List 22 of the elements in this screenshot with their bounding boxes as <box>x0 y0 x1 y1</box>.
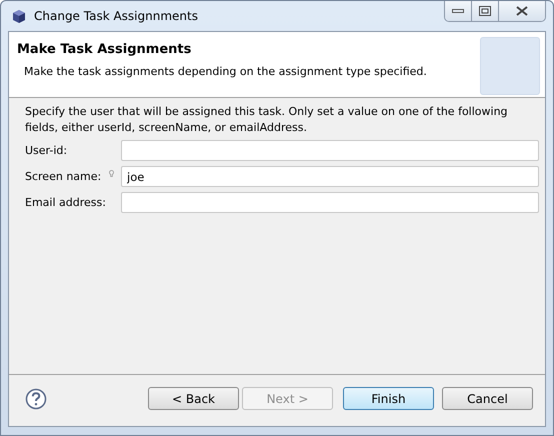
field-label: User-id: <box>25 144 68 157</box>
field-label: Email address: <box>25 196 107 209</box>
dialog-button[interactable]: Finish <box>343 387 434 410</box>
help-icon[interactable] <box>25 388 47 410</box>
banner-image <box>480 37 540 95</box>
field-label: Screen name: <box>25 170 102 183</box>
text-field[interactable] <box>121 140 539 161</box>
dialog-button[interactable]: < Back <box>148 387 239 410</box>
page-title: Make Task Assignments <box>17 42 192 57</box>
window-title: Change Task Assignnments <box>34 9 198 23</box>
minimize-icon <box>452 8 464 14</box>
close-icon <box>516 6 528 16</box>
dialog-button[interactable]: Cancel <box>442 387 533 410</box>
cube-icon <box>12 8 26 24</box>
page-description: Make the task assignments depending on the assignment type specified. <box>23 65 428 78</box>
text-field[interactable] <box>121 192 539 213</box>
text-field[interactable]: joe <box>121 166 539 187</box>
minimize-button[interactable] <box>445 1 472 21</box>
close-button[interactable] <box>499 1 545 21</box>
restore-icon <box>479 6 491 16</box>
maximize-button[interactable] <box>472 1 499 21</box>
instructions-text: Specify the user that will be assigned this task. Only set a value on one of the following fields, either userId, screenName, or emailAddress. <box>25 104 509 136</box>
